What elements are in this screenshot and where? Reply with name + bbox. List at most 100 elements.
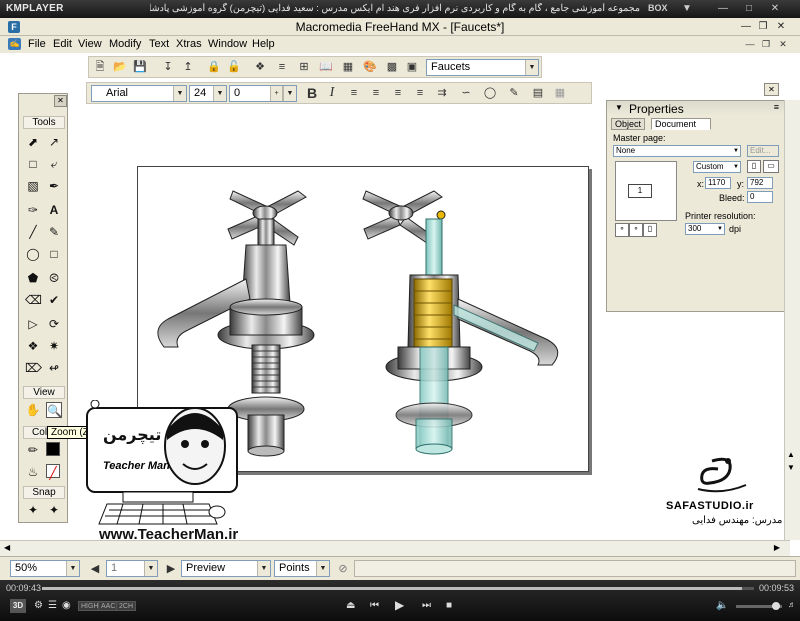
close-icon[interactable]: ✕ bbox=[768, 2, 782, 15]
text-wrap-icon[interactable]: ▦ bbox=[553, 86, 567, 100]
page-size-select[interactable]: Custom ▼ bbox=[693, 161, 741, 173]
menu-modify[interactable]: Modify bbox=[109, 38, 141, 50]
stop-icon[interactable]: ■ bbox=[446, 600, 452, 611]
group-icon[interactable]: ❖ bbox=[253, 60, 267, 74]
align-icon[interactable]: ≡ bbox=[275, 60, 289, 74]
stroke-color-swatch[interactable] bbox=[46, 442, 60, 456]
blend-tool-icon[interactable]: ❖ bbox=[25, 338, 41, 354]
rectangle-tool-icon[interactable]: □ bbox=[46, 246, 62, 262]
panel-options-icon[interactable]: ≡ bbox=[774, 102, 779, 112]
align-left-icon[interactable]: ≡ bbox=[347, 86, 361, 100]
font-size-select[interactable]: 24 ▼ bbox=[189, 85, 227, 102]
landscape-orientation-icon[interactable]: ▭ bbox=[763, 160, 779, 173]
fill-color-icon[interactable]: ♨ bbox=[25, 464, 41, 480]
open-folder-icon[interactable]: 📂 bbox=[113, 60, 127, 74]
line-tool-icon[interactable]: ╱ bbox=[25, 224, 41, 240]
new-document-icon[interactable]: 🗎 bbox=[93, 60, 107, 74]
pin-icon[interactable]: ▼ bbox=[680, 2, 694, 15]
vertical-scrollbar[interactable]: ▲ ▼ bbox=[784, 100, 800, 540]
tools-panel-close-icon[interactable]: ✕ bbox=[54, 95, 67, 107]
ellipse-tool-icon[interactable]: ◯ bbox=[25, 246, 41, 262]
menu-text[interactable]: Text bbox=[149, 38, 169, 50]
properties-close-icon[interactable]: ✕ bbox=[764, 83, 779, 96]
graphic-hose-tool-icon[interactable]: ✷ bbox=[46, 338, 62, 354]
volume-knob[interactable] bbox=[772, 602, 780, 610]
pen-tool-icon[interactable]: ✑ bbox=[25, 202, 41, 218]
lasso-tool-icon[interactable]: ⤶ bbox=[46, 156, 62, 172]
scroll-down-icon[interactable]: ▼ bbox=[787, 463, 795, 472]
subselect-tool-icon[interactable]: ↗ bbox=[46, 134, 62, 150]
menu-file[interactable]: File bbox=[28, 38, 46, 50]
indent-icon[interactable]: ⇉ bbox=[435, 86, 449, 100]
color-mixer-icon[interactable]: 🎨 bbox=[363, 60, 377, 74]
fill-color-swatch[interactable]: ╱ bbox=[46, 464, 60, 480]
remove-page-icon[interactable]: ▯ bbox=[643, 223, 657, 237]
italic-button[interactable]: I bbox=[325, 86, 339, 100]
perspective-tool-icon[interactable]: ▷ bbox=[25, 316, 41, 332]
navigation-icon[interactable]: ▣ bbox=[405, 60, 419, 74]
player-box-button[interactable]: BOX bbox=[648, 3, 668, 13]
layers-icon[interactable]: ▦ bbox=[341, 60, 355, 74]
eject-icon[interactable]: ⏏ bbox=[346, 600, 355, 611]
previous-icon[interactable]: ⏮ bbox=[370, 600, 379, 611]
spiral-tool-icon[interactable]: ⧀ bbox=[46, 270, 62, 286]
seek-bar[interactable] bbox=[42, 587, 754, 590]
playlist-icon[interactable]: ☰ bbox=[48, 600, 57, 611]
maximize-icon[interactable]: □ bbox=[742, 2, 756, 15]
font-family-select[interactable]: Arial ▼ bbox=[91, 85, 187, 102]
text-tool-icon[interactable]: A bbox=[46, 202, 62, 218]
audio-settings-icon[interactable]: ♬ bbox=[788, 600, 796, 609]
doc-close-icon[interactable]: ✕ bbox=[777, 38, 789, 50]
menu-edit[interactable]: Edit bbox=[53, 38, 72, 50]
polygon-tool-icon[interactable]: ⬟ bbox=[25, 270, 41, 286]
menu-xtras[interactable]: Xtras bbox=[176, 38, 202, 50]
chevron-down-icon[interactable]: ▼ bbox=[173, 86, 186, 101]
units-select[interactable]: Points ▼ bbox=[274, 560, 330, 577]
chevron-down-icon[interactable]: ▼ bbox=[257, 561, 270, 576]
knife-tool-icon[interactable]: ✔ bbox=[46, 292, 62, 308]
add-page-icon[interactable]: ∘ bbox=[615, 223, 629, 237]
bezigon-tool-icon[interactable]: ⌦ bbox=[25, 360, 42, 376]
chevron-down-icon[interactable]: ▼ bbox=[525, 60, 538, 75]
settings-icon[interactable]: ⚙ bbox=[34, 600, 43, 611]
swatches-icon[interactable]: ▩ bbox=[385, 60, 399, 74]
play-icon[interactable]: ▶ bbox=[395, 598, 404, 612]
page-next-icon[interactable]: ▶ bbox=[164, 562, 178, 576]
collapse-arrow-icon[interactable]: ▼ bbox=[615, 103, 623, 112]
zoom-select[interactable]: 50% ▼ bbox=[10, 560, 80, 577]
menu-help[interactable]: Help bbox=[252, 38, 275, 50]
portrait-orientation-icon[interactable]: ▯ bbox=[747, 160, 761, 173]
chevron-down-icon[interactable]: ▼ bbox=[733, 146, 739, 156]
chevron-down-icon[interactable]: ▼ bbox=[66, 561, 79, 576]
tab-object[interactable]: Object bbox=[611, 118, 646, 130]
chevron-down-icon[interactable]: ▼ bbox=[717, 224, 723, 234]
scroll-left-icon[interactable]: ◀ bbox=[4, 543, 10, 552]
chevron-down-icon[interactable]: ▼ bbox=[144, 561, 157, 576]
text-editor-icon[interactable]: ▤ bbox=[531, 86, 545, 100]
minimize-icon[interactable]: — bbox=[739, 20, 753, 33]
view-mode-select[interactable]: Preview ▼ bbox=[181, 560, 271, 577]
chevron-down-icon[interactable]: ▼ bbox=[316, 561, 329, 576]
volume-icon[interactable]: 🔈 bbox=[716, 600, 728, 611]
pencil-tool-icon[interactable]: ✎ bbox=[46, 224, 62, 240]
minimize-icon[interactable]: — bbox=[716, 2, 730, 15]
flow-inside-path-icon[interactable]: ◯ bbox=[483, 86, 497, 100]
tab-document[interactable]: Document bbox=[651, 118, 711, 130]
scroll-up-icon[interactable]: ▲ bbox=[787, 450, 795, 459]
snap-to-point-icon[interactable]: ✦ bbox=[25, 502, 41, 518]
page-tool-icon[interactable]: □ bbox=[25, 156, 41, 172]
leading-input[interactable]: 0 + ▼ bbox=[229, 85, 297, 102]
export-icon[interactable]: ↥ bbox=[181, 60, 195, 74]
align-center-icon[interactable]: ≡ bbox=[369, 86, 383, 100]
rotate-tool-icon[interactable]: ⟳ bbox=[46, 316, 62, 332]
transform-icon[interactable]: ⊞ bbox=[297, 60, 311, 74]
unlock-icon[interactable]: 🔓 bbox=[227, 60, 241, 74]
menu-window[interactable]: Window bbox=[208, 38, 247, 50]
doc-restore-icon[interactable]: ❐ bbox=[760, 38, 772, 50]
zoom-tool-icon[interactable]: 🔍 bbox=[46, 402, 62, 418]
duplicate-page-icon[interactable]: ∘ bbox=[629, 223, 643, 237]
leading-plus-icon[interactable]: + bbox=[270, 86, 283, 101]
document-select[interactable]: Faucets ▼ bbox=[426, 59, 539, 76]
scale-tool-icon[interactable]: ▧ bbox=[25, 178, 41, 194]
close-icon[interactable]: ✕ bbox=[774, 20, 788, 33]
